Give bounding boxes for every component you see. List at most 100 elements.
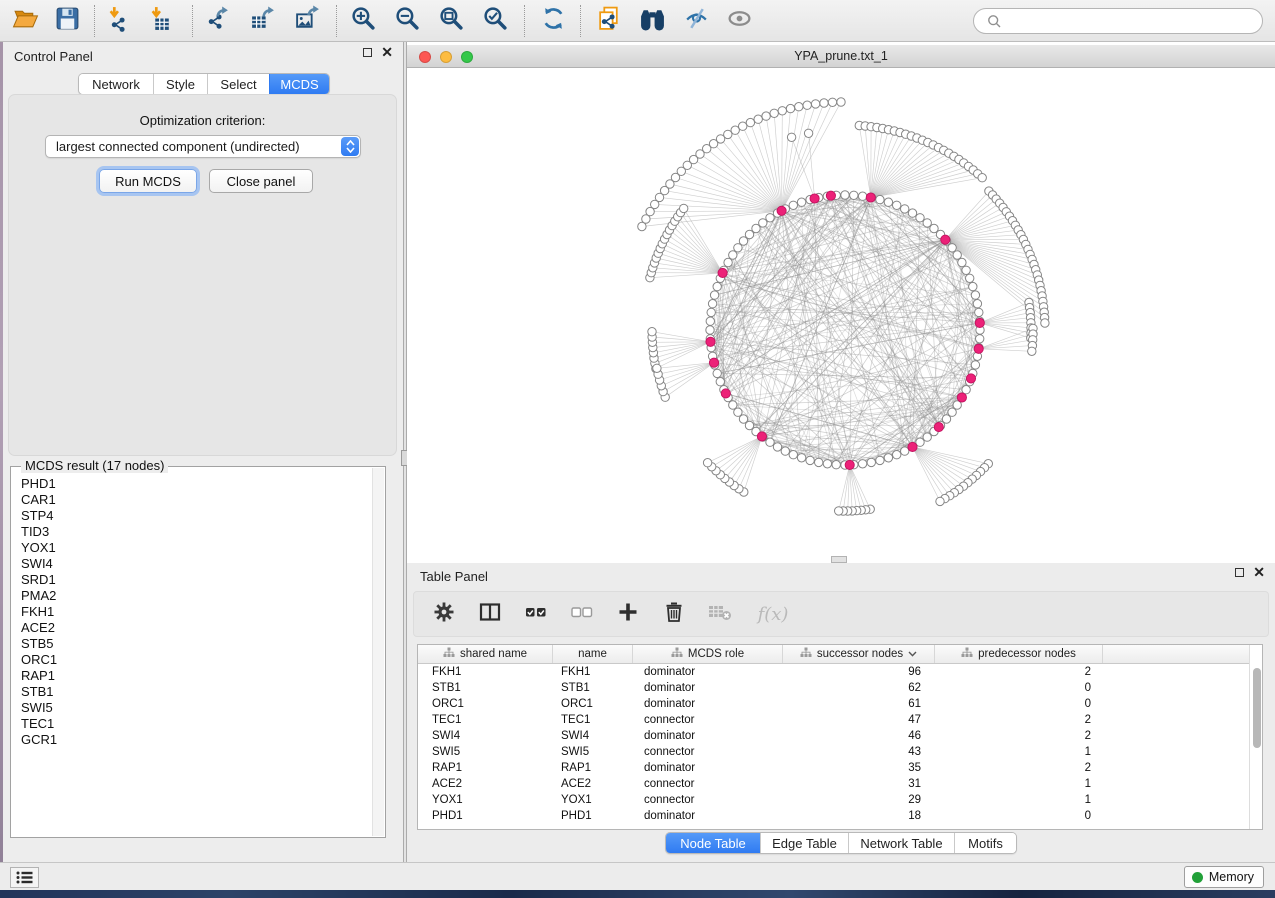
table-row[interactable]: STB1STB1dominator620 <box>418 680 1250 696</box>
cell-name[interactable]: SWI4 <box>553 728 633 744</box>
horizontal-splitter-grabber[interactable] <box>831 556 847 563</box>
close-panel-icon[interactable]: ✕ <box>381 48 393 57</box>
cell-successor_nodes[interactable]: 18 <box>783 808 935 824</box>
tab-network-table[interactable]: Network Table <box>848 833 954 853</box>
mcds-result-item[interactable]: PMA2 <box>12 588 372 604</box>
cell-predecessor_nodes[interactable]: 2 <box>935 760 1103 776</box>
cell-successor_nodes[interactable]: 35 <box>783 760 935 776</box>
search-input[interactable] <box>1006 11 1262 31</box>
cell-mcds_role[interactable]: dominator <box>633 808 783 824</box>
mcds-result-item[interactable]: TEC1 <box>12 716 372 732</box>
float-panel-icon[interactable] <box>363 48 372 57</box>
cell-name[interactable]: SWI5 <box>553 744 633 760</box>
export-table-button[interactable] <box>247 6 277 36</box>
table-row[interactable]: SWI5SWI5connector431 <box>418 744 1250 760</box>
cell-mcds_role[interactable]: dominator <box>633 680 783 696</box>
mcds-result-item[interactable]: STB1 <box>12 684 372 700</box>
cell-name[interactable]: ACE2 <box>553 776 633 792</box>
zoom-out-button[interactable] <box>392 6 422 36</box>
column-header-predecessor-nodes[interactable]: predecessor nodes <box>935 645 1103 663</box>
table-scrollbar[interactable] <box>1249 645 1262 829</box>
open-folder-button[interactable] <box>10 6 40 36</box>
show-eye-button[interactable] <box>724 6 754 36</box>
cell-shared_name[interactable]: STB1 <box>418 680 553 696</box>
column-header-MCDS-role[interactable]: MCDS role <box>633 645 783 663</box>
table-row[interactable]: ORC1ORC1dominator610 <box>418 696 1250 712</box>
table-row[interactable]: PHD1PHD1dominator180 <box>418 808 1250 824</box>
columns-button[interactable] <box>478 602 502 626</box>
cell-mcds_role[interactable]: dominator <box>633 728 783 744</box>
cell-mcds_role[interactable]: dominator <box>633 760 783 776</box>
cell-predecessor_nodes[interactable]: 1 <box>935 792 1103 808</box>
cell-shared_name[interactable]: RAP1 <box>418 760 553 776</box>
cell-name[interactable]: ORC1 <box>553 696 633 712</box>
cell-shared_name[interactable]: TEC1 <box>418 712 553 728</box>
network-window-titlebar[interactable]: YPA_prune.txt_1 <box>407 45 1275 68</box>
cell-name[interactable]: STB1 <box>553 680 633 696</box>
select-all-button[interactable] <box>524 602 548 626</box>
column-header-shared-name[interactable]: shared name <box>418 645 553 663</box>
cell-predecessor_nodes[interactable]: 0 <box>935 808 1103 824</box>
cell-mcds_role[interactable]: connector <box>633 744 783 760</box>
deselect-all-button[interactable] <box>570 602 594 626</box>
table-scrollbar-thumb[interactable] <box>1253 668 1261 748</box>
network-canvas[interactable] <box>407 68 1275 563</box>
cell-shared_name[interactable]: SWI4 <box>418 728 553 744</box>
table-row[interactable]: SWI4SWI4dominator462 <box>418 728 1250 744</box>
graph-nodes[interactable] <box>638 98 1049 515</box>
tab-select[interactable]: Select <box>207 74 269 94</box>
table-row[interactable]: TEC1TEC1connector472 <box>418 712 1250 728</box>
import-table-button[interactable] <box>146 6 176 36</box>
tab-edge-table[interactable]: Edge Table <box>760 833 848 853</box>
cell-mcds_role[interactable]: dominator <box>633 664 783 680</box>
tab-style[interactable]: Style <box>153 74 207 94</box>
cell-mcds_role[interactable]: connector <box>633 776 783 792</box>
cell-mcds_role[interactable]: connector <box>633 712 783 728</box>
clone-network-button[interactable] <box>594 6 624 36</box>
cell-successor_nodes[interactable]: 31 <box>783 776 935 792</box>
gear-button[interactable] <box>432 602 456 626</box>
add-button[interactable] <box>616 602 640 626</box>
cell-predecessor_nodes[interactable]: 1 <box>935 776 1103 792</box>
mcds-result-item[interactable]: GCR1 <box>12 732 372 748</box>
mcds-result-item[interactable]: RAP1 <box>12 668 372 684</box>
mcds-result-item[interactable]: PHD1 <box>12 476 372 492</box>
table-row[interactable]: ACE2ACE2connector311 <box>418 776 1250 792</box>
cell-predecessor_nodes[interactable]: 1 <box>935 744 1103 760</box>
save-button[interactable] <box>52 6 82 36</box>
cell-shared_name[interactable]: PHD1 <box>418 808 553 824</box>
cell-name[interactable]: TEC1 <box>553 712 633 728</box>
cell-successor_nodes[interactable]: 61 <box>783 696 935 712</box>
cell-successor_nodes[interactable]: 46 <box>783 728 935 744</box>
memory-button[interactable]: Memory <box>1184 866 1264 888</box>
mcds-result-item[interactable]: STP4 <box>12 508 372 524</box>
tab-motifs[interactable]: Motifs <box>954 833 1016 853</box>
refresh-button[interactable] <box>538 6 568 36</box>
table-row[interactable]: FKH1FKH1dominator962 <box>418 664 1250 680</box>
mcds-result-item[interactable]: FKH1 <box>12 604 372 620</box>
column-header-name[interactable]: name <box>553 645 633 663</box>
task-history-button[interactable] <box>10 867 39 888</box>
cell-predecessor_nodes[interactable]: 0 <box>935 696 1103 712</box>
optimization-criterion-select[interactable]: largest connected component (undirected) <box>45 135 361 158</box>
search-box[interactable] <box>973 8 1263 34</box>
tab-node-table[interactable]: Node Table <box>666 833 760 853</box>
mcds-result-item[interactable]: CAR1 <box>12 492 372 508</box>
cell-shared_name[interactable]: YOX1 <box>418 792 553 808</box>
cell-successor_nodes[interactable]: 96 <box>783 664 935 680</box>
run-mcds-button[interactable]: Run MCDS <box>99 169 197 193</box>
cell-shared_name[interactable]: ACE2 <box>418 776 553 792</box>
mcds-result-scrollbar[interactable] <box>372 468 384 836</box>
mcds-result-item[interactable]: STB5 <box>12 636 372 652</box>
delete-button[interactable] <box>662 602 686 626</box>
tab-network[interactable]: Network <box>79 74 153 94</box>
mcds-result-item[interactable]: SRD1 <box>12 572 372 588</box>
cell-shared_name[interactable]: SWI5 <box>418 744 553 760</box>
tab-mcds[interactable]: MCDS <box>269 74 329 94</box>
cell-name[interactable]: PHD1 <box>553 808 633 824</box>
mcds-result-item[interactable]: SWI5 <box>12 700 372 716</box>
cell-predecessor_nodes[interactable]: 0 <box>935 680 1103 696</box>
export-image-button[interactable] <box>292 6 322 36</box>
mcds-result-item[interactable]: ORC1 <box>12 652 372 668</box>
zoom-fit-button[interactable] <box>436 6 466 36</box>
